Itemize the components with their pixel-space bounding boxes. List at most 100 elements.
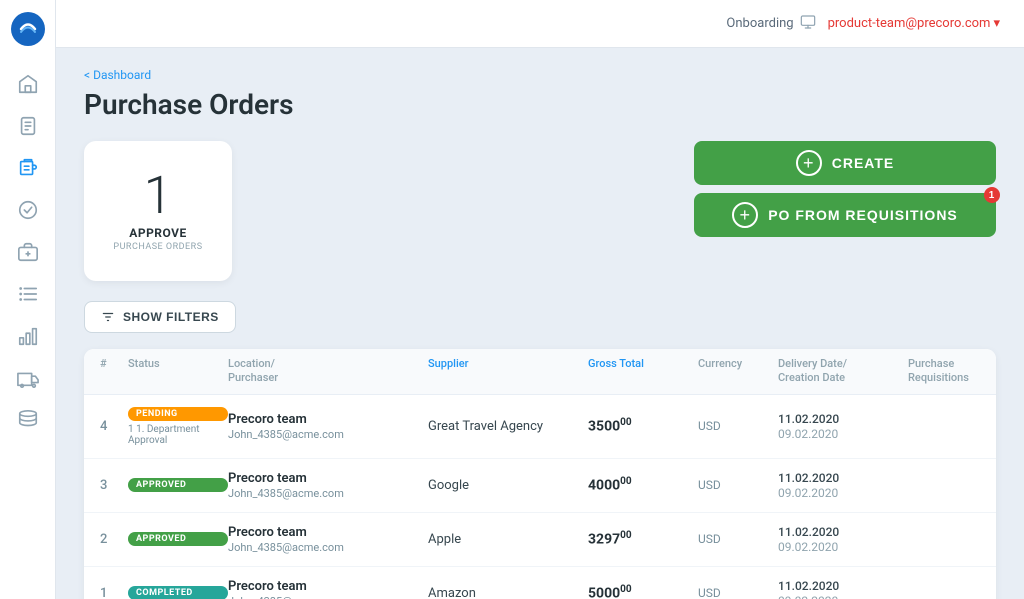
row-gross-total: 500000 xyxy=(588,584,698,599)
row-supplier: Amazon xyxy=(428,586,588,599)
table-row[interactable]: 3 APPROVED Precoro team John_4385@acme.c… xyxy=(84,459,996,513)
approve-sublabel: PURCHASE ORDERS xyxy=(113,242,202,252)
approve-count: 1 xyxy=(144,170,173,222)
row-status: APPROVED xyxy=(128,532,228,546)
creation-date: 09.02.2020 xyxy=(778,486,908,500)
topbar: Onboarding product-team@precoro.com ▾ xyxy=(56,0,1024,48)
table-row[interactable]: 1 COMPLETED Precoro team John_4385@acme.… xyxy=(84,567,996,599)
sidebar-item-purchase-orders[interactable] xyxy=(10,150,46,186)
row-supplier: Apple xyxy=(428,532,588,547)
filter-icon xyxy=(101,310,115,324)
sidebar-item-home[interactable] xyxy=(10,66,46,102)
row-supplier: Great Travel Agency xyxy=(428,419,588,434)
purchaser-email: John_4385@acme.com xyxy=(228,428,428,441)
purchaser-email: John_4385@acme.com xyxy=(228,595,428,599)
email-text: product-team@precoro.com xyxy=(828,16,991,31)
row-gross-total: 400000 xyxy=(588,476,698,494)
row-dates: 11.02.2020 09.02.2020 xyxy=(778,525,908,554)
col-header-requisitions: Purchase Requisitions xyxy=(908,357,980,386)
sidebar-item-reports[interactable] xyxy=(10,318,46,354)
create-plus-icon: + xyxy=(796,150,822,176)
row-dates: 11.02.2020 09.02.2020 xyxy=(778,579,908,599)
table-rows: 4 PENDING 1 1. Department Approval Preco… xyxy=(84,395,996,599)
creation-date: 09.02.2020 xyxy=(778,540,908,554)
row-supplier: Google xyxy=(428,478,588,493)
content-area: Dashboard Purchase Orders 1 APPROVE PURC… xyxy=(56,48,1024,599)
row-number: 3 xyxy=(100,478,128,493)
col-header-status: Status xyxy=(128,357,228,386)
delivery-date: 11.02.2020 xyxy=(778,412,908,426)
sidebar-item-catalog[interactable] xyxy=(10,276,46,312)
row-gross-total: 329700 xyxy=(588,530,698,548)
sidebar-item-settings[interactable] xyxy=(10,402,46,438)
col-header-purchaser: Location/Purchaser xyxy=(228,357,428,386)
row-purchaser: Precoro team John_4385@acme.com xyxy=(228,525,428,554)
row-currency: USD xyxy=(698,478,778,492)
page-title: Purchase Orders xyxy=(84,88,996,121)
user-email[interactable]: product-team@precoro.com ▾ xyxy=(828,16,1000,31)
chevron-down-icon: ▾ xyxy=(993,16,1000,31)
po-badge: 1 xyxy=(984,187,1000,203)
row-status: PENDING 1 1. Department Approval xyxy=(128,407,228,446)
sidebar-item-approvals[interactable] xyxy=(10,192,46,228)
table-row[interactable]: 4 PENDING 1 1. Department Approval Preco… xyxy=(84,395,996,459)
row-status: APPROVED xyxy=(128,478,228,492)
col-header-currency: Currency xyxy=(698,357,778,386)
status-badge: PENDING xyxy=(128,407,228,421)
status-badge: APPROVED xyxy=(128,532,228,546)
filters-row: SHOW FILTERS xyxy=(84,301,996,333)
delivery-date: 11.02.2020 xyxy=(778,471,908,485)
breadcrumb[interactable]: Dashboard xyxy=(84,68,996,82)
purchaser-email: John_4385@acme.com xyxy=(228,487,428,500)
status-badge: COMPLETED xyxy=(128,586,228,599)
po-from-req-label: PO FROM REQUISITIONS xyxy=(768,207,958,223)
sidebar-item-delivery[interactable] xyxy=(10,360,46,396)
status-sub: 1 1. Department Approval xyxy=(128,424,228,446)
row-dates: 11.02.2020 09.02.2020 xyxy=(778,471,908,500)
row-currency: USD xyxy=(698,532,778,546)
purchaser-name: Precoro team xyxy=(228,525,428,540)
status-badge: APPROVED xyxy=(128,478,228,492)
onboarding-section: Onboarding xyxy=(726,14,815,34)
monitor-icon xyxy=(800,14,816,34)
po-from-requisitions-button[interactable]: + PO FROM REQUISITIONS 1 xyxy=(694,193,996,237)
row-number: 2 xyxy=(100,532,128,547)
col-header-supplier: Supplier xyxy=(428,357,588,386)
row-purchaser: Precoro team John_4385@acme.com xyxy=(228,471,428,500)
row-number: 1 xyxy=(100,586,128,599)
purchaser-email: John_4385@acme.com xyxy=(228,541,428,554)
purchaser-name: Precoro team xyxy=(228,471,428,486)
approve-label: APPROVE xyxy=(129,226,186,240)
row-dates: 11.02.2020 09.02.2020 xyxy=(778,412,908,441)
row-currency: USD xyxy=(698,586,778,599)
create-button[interactable]: + CREATE xyxy=(694,141,996,185)
main-area: Onboarding product-team@precoro.com ▾ Da… xyxy=(56,0,1024,599)
purchaser-name: Precoro team xyxy=(228,412,428,427)
sidebar-item-inventory[interactable] xyxy=(10,234,46,270)
table-row[interactable]: 2 APPROVED Precoro team John_4385@acme.c… xyxy=(84,513,996,567)
col-header-gross: Gross Total xyxy=(588,357,698,386)
create-label: CREATE xyxy=(832,155,895,171)
col-header-date: Delivery Date/Creation Date xyxy=(778,357,908,386)
show-filters-button[interactable]: SHOW FILTERS xyxy=(84,301,236,333)
top-section: 1 APPROVE PURCHASE ORDERS + CREATE + PO … xyxy=(84,141,996,281)
purchase-orders-table: # Status Location/Purchaser Supplier Gro… xyxy=(84,349,996,599)
row-number: 4 xyxy=(100,419,128,434)
onboarding-label: Onboarding xyxy=(726,16,793,31)
row-purchaser: Precoro team John_4385@acme.com xyxy=(228,412,428,441)
sidebar xyxy=(0,0,56,599)
sidebar-item-documents[interactable] xyxy=(10,108,46,144)
col-header-num: # xyxy=(100,357,128,386)
table-header: # Status Location/Purchaser Supplier Gro… xyxy=(84,349,996,395)
app-logo[interactable] xyxy=(11,12,45,46)
row-currency: USD xyxy=(698,419,778,433)
delivery-date: 11.02.2020 xyxy=(778,525,908,539)
action-buttons: + CREATE + PO FROM REQUISITIONS 1 xyxy=(694,141,996,237)
delivery-date: 11.02.2020 xyxy=(778,579,908,593)
row-status: COMPLETED xyxy=(128,586,228,599)
approve-card[interactable]: 1 APPROVE PURCHASE ORDERS xyxy=(84,141,232,281)
show-filters-label: SHOW FILTERS xyxy=(123,310,219,324)
creation-date: 09.02.2020 xyxy=(778,594,908,599)
purchaser-name: Precoro team xyxy=(228,579,428,594)
creation-date: 09.02.2020 xyxy=(778,427,908,441)
